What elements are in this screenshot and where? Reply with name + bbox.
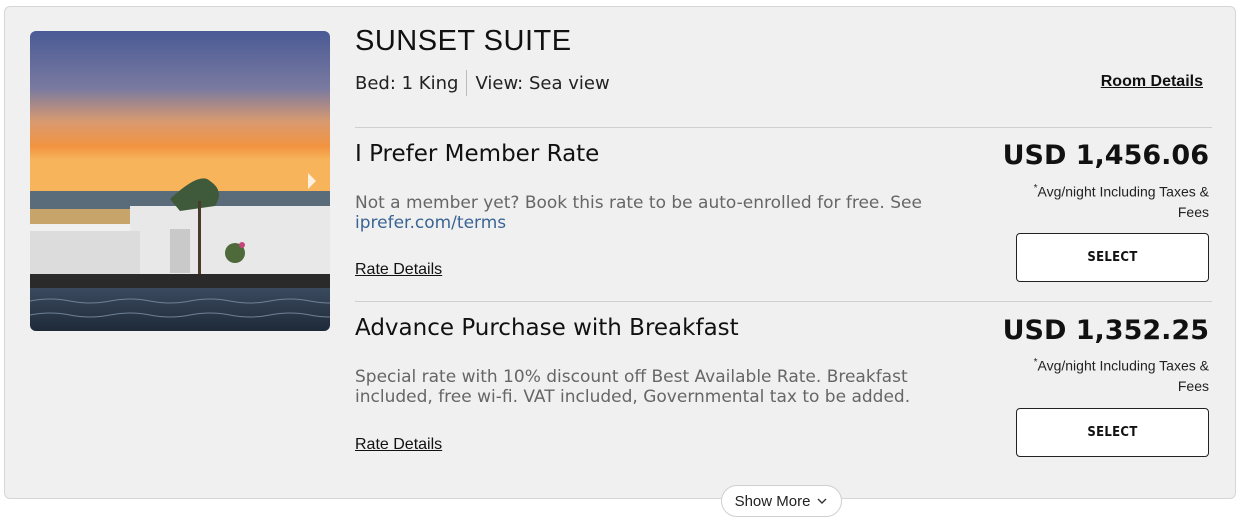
room-meta: Bed: 1 King View: Sea view [355,70,610,96]
price-note: *Avg/night Including Taxes & Fees [1009,353,1209,396]
show-more-button[interactable]: Show More [721,485,842,517]
room-details-link[interactable]: Room Details [1101,73,1203,91]
rate-description-text: Not a member yet? Book this rate to be a… [355,193,922,213]
rate-price: USD 1,456.06 [1002,140,1209,171]
room-photo[interactable] [30,31,330,331]
price-note-text: Avg/night Including Taxes & Fees [1037,183,1210,220]
price-note-text: Avg/night Including Taxes & Fees [1037,357,1210,394]
room-photo-image [30,31,330,331]
select-button[interactable]: SELECT [1016,408,1209,457]
chevron-down-icon [816,494,828,511]
room-title: SUNSET SUITE [355,25,572,57]
divider [355,301,1212,302]
iprefer-terms-link[interactable]: iprefer.com/terms [355,213,506,233]
rate-details-link[interactable]: Rate Details [355,261,442,279]
meta-separator [466,70,468,96]
rate-name: I Prefer Member Rate [355,141,600,167]
bed-info: Bed: 1 King [355,72,459,94]
divider [355,127,1212,128]
room-card: SUNSET SUITE Bed: 1 King View: Sea view … [4,6,1236,499]
rate-details-link[interactable]: Rate Details [355,436,442,454]
select-button[interactable]: SELECT [1016,233,1209,282]
show-more-label: Show More [734,493,811,510]
rate-description: Special rate with 10% discount off Best … [355,367,911,407]
price-note: *Avg/night Including Taxes & Fees [1009,179,1209,222]
rate-price: USD 1,352.25 [1002,315,1209,346]
rate-name: Advance Purchase with Breakfast [355,315,739,341]
chevron-right-icon[interactable] [306,171,318,191]
rate-description: Not a member yet? Book this rate to be a… [355,193,975,233]
view-info: View: Sea view [475,72,610,94]
